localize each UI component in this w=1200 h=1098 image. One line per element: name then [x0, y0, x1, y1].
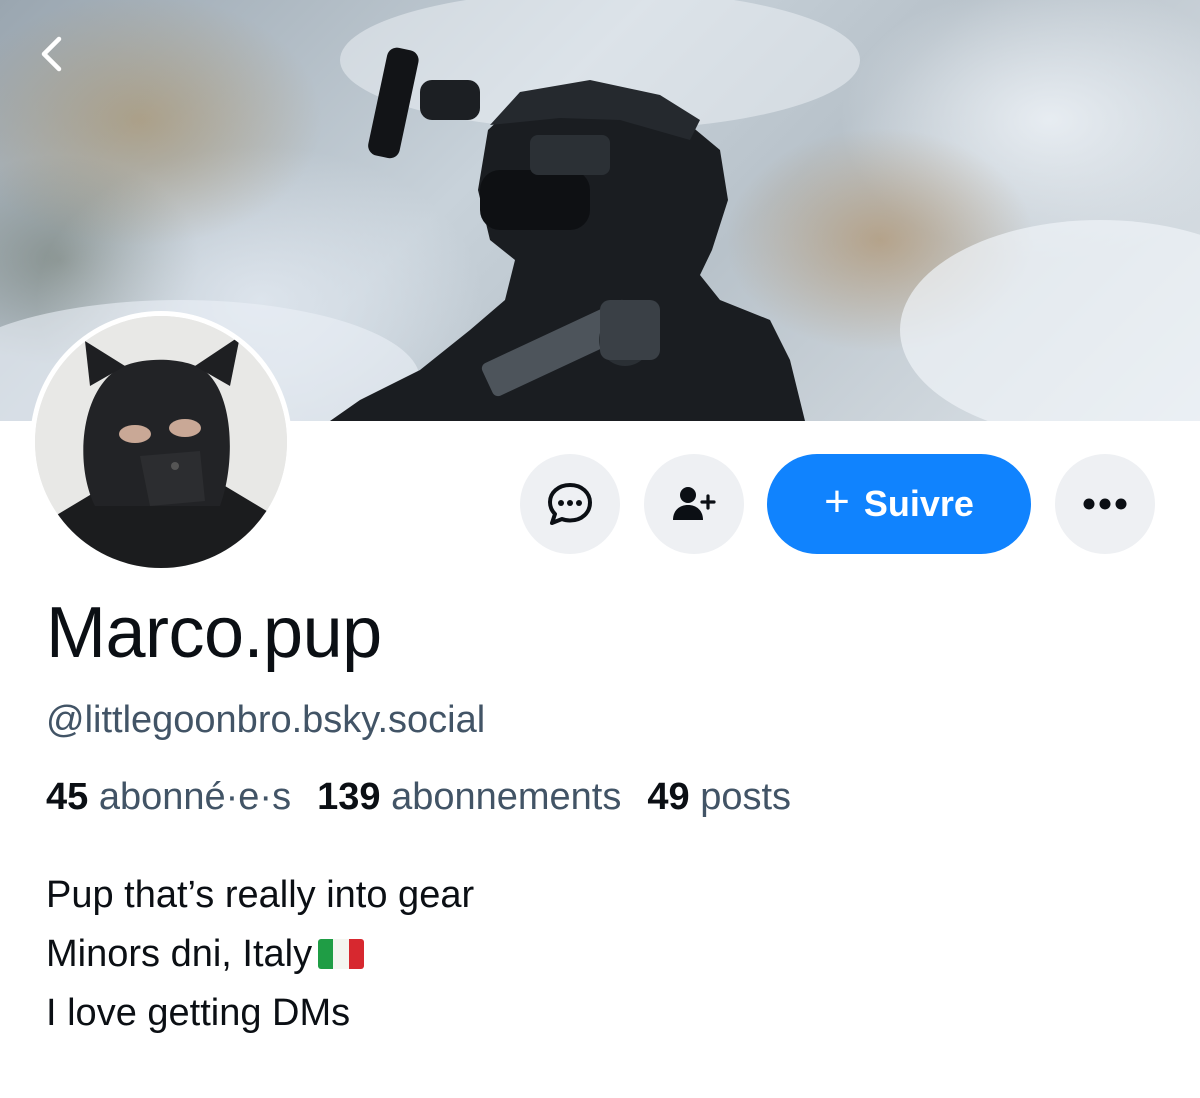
back-button[interactable]: [28, 30, 76, 78]
followers-stat[interactable]: 45 abonné·e·s: [46, 776, 291, 818]
posts-label: posts: [700, 776, 792, 818]
more-options-button[interactable]: [1055, 454, 1155, 554]
following-count: 139: [317, 776, 381, 818]
bio-line: Pup that’s really into gear: [46, 874, 475, 916]
followers-label: abonné·e·s: [98, 776, 292, 818]
follow-button[interactable]: + Suivre: [767, 454, 1031, 554]
profile-actions: + Suivre: [0, 454, 1200, 554]
profile-stats: 45 abonné·e·s 139 abonnements 49 posts: [46, 776, 791, 819]
chevron-left-icon: [41, 36, 62, 72]
bio-line: Minors dni, Italy: [46, 925, 474, 984]
posts-count: 49: [647, 776, 690, 818]
posts-stat: 49 posts: [647, 776, 791, 818]
following-stat[interactable]: 139 abonnements: [317, 776, 621, 818]
profile-bio: Pup that’s really into gear Minors dni, …: [46, 866, 474, 1043]
follow-label: Suivre: [863, 483, 974, 524]
profile-handle: @littlegoonbro.bsky.social: [46, 699, 486, 741]
followers-count: 45: [46, 776, 89, 818]
message-button[interactable]: [520, 454, 620, 554]
display-name: Marco.pup: [46, 593, 382, 673]
ellipsis-icon: [1083, 498, 1127, 510]
add-user-button[interactable]: [644, 454, 744, 554]
bio-line: I love getting DMs: [46, 992, 351, 1034]
person-plus-icon: [673, 487, 716, 520]
following-label: abonnements: [391, 776, 622, 818]
chat-bubble-icon: [548, 483, 592, 525]
plus-icon: +: [824, 477, 850, 526]
italy-flag-icon: [318, 939, 365, 969]
